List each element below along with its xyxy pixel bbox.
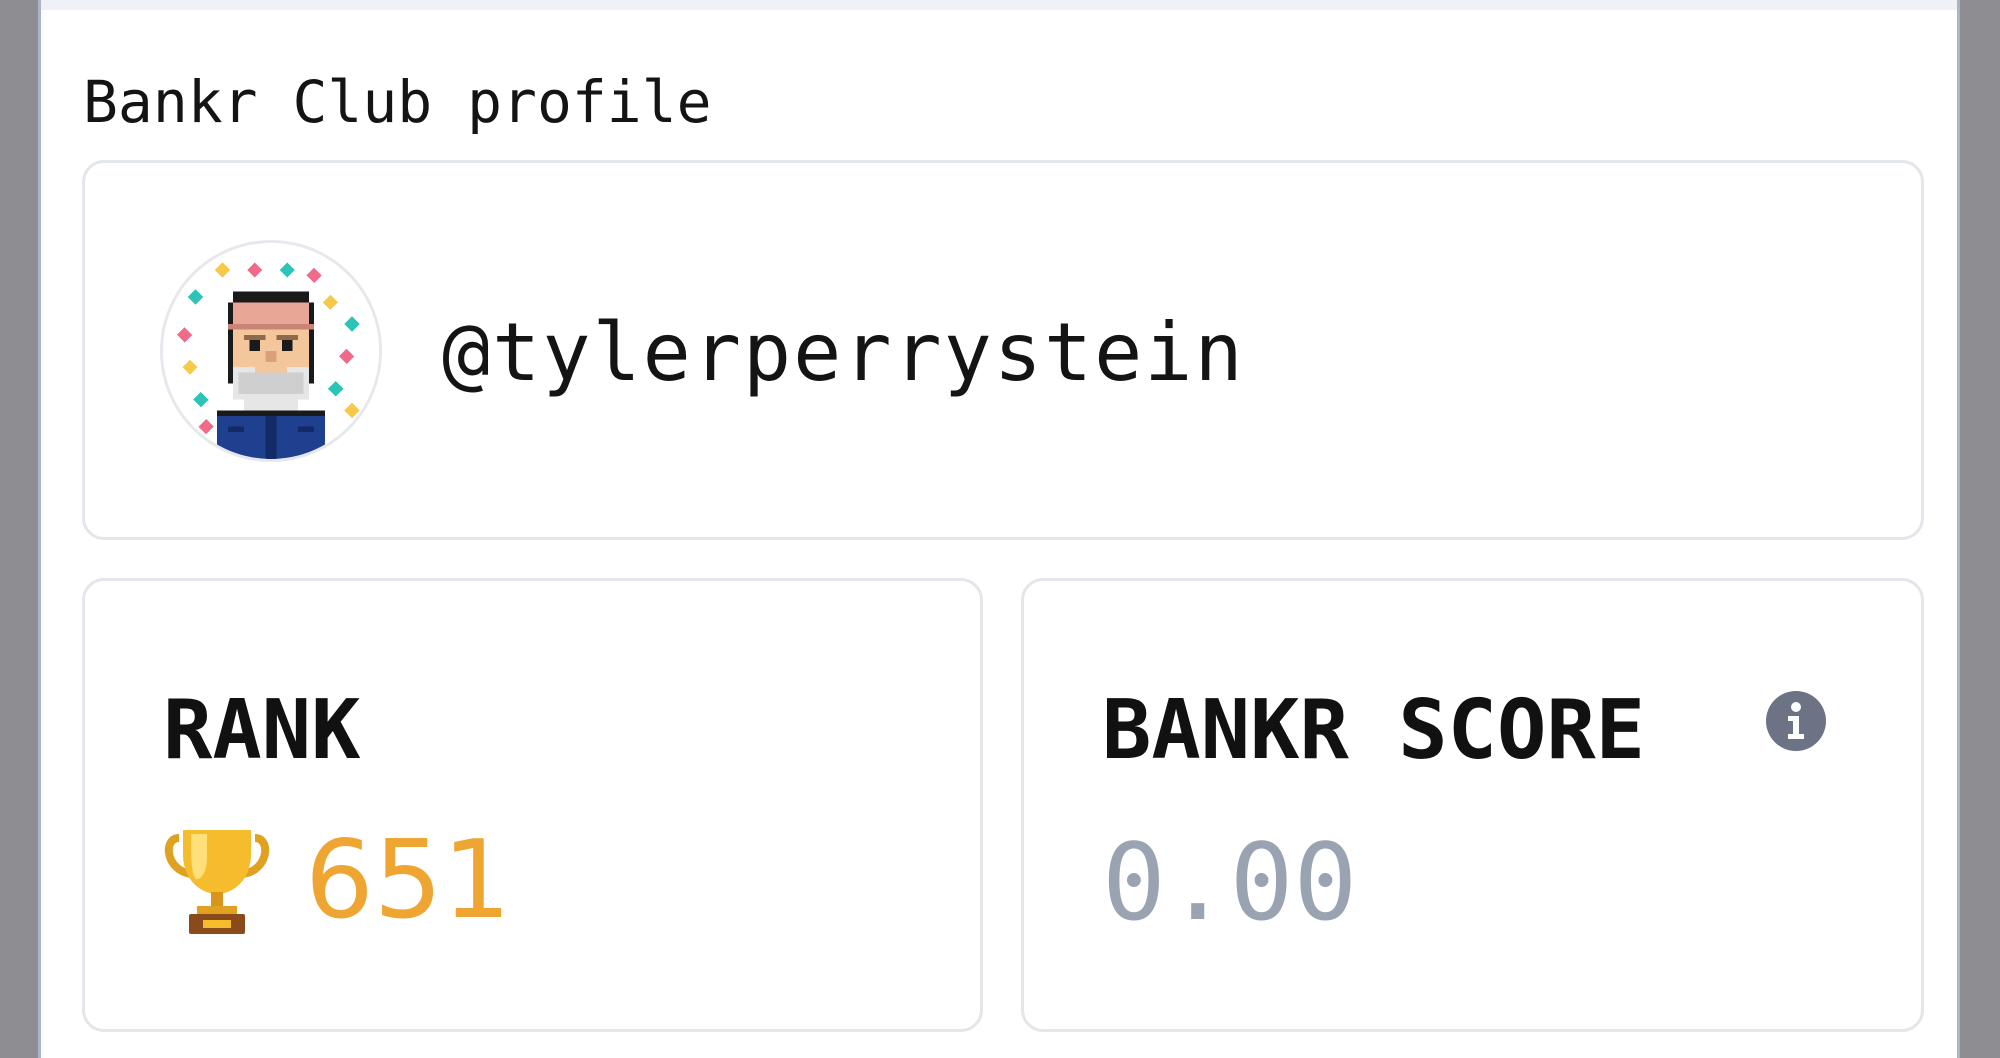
info-icon[interactable] bbox=[1766, 691, 1826, 751]
avatar-image bbox=[163, 243, 379, 459]
panel-top-divider bbox=[41, 0, 1957, 10]
window-frame bbox=[1960, 0, 2000, 1058]
profile-card[interactable]: @tylerperrystein bbox=[82, 160, 1924, 540]
bankr-score-value: 0.00 bbox=[1102, 821, 1358, 944]
section-title: Bankr Club profile bbox=[83, 68, 712, 136]
profile-handle[interactable]: @tylerperrystein bbox=[442, 303, 1245, 403]
rank-value: 651 bbox=[305, 818, 512, 943]
profile-panel: Bankr Club profile @tylerperrystein RANK… bbox=[38, 0, 1960, 1058]
bankr-score-card: BANKR SCORE 0.00 bbox=[1021, 578, 1924, 1032]
avatar[interactable] bbox=[160, 240, 382, 462]
trophy-icon bbox=[164, 830, 270, 934]
bankr-score-label: BANKR SCORE bbox=[1102, 683, 1646, 778]
rank-card: RANK 651 bbox=[82, 578, 983, 1032]
rank-label: RANK bbox=[163, 683, 361, 778]
